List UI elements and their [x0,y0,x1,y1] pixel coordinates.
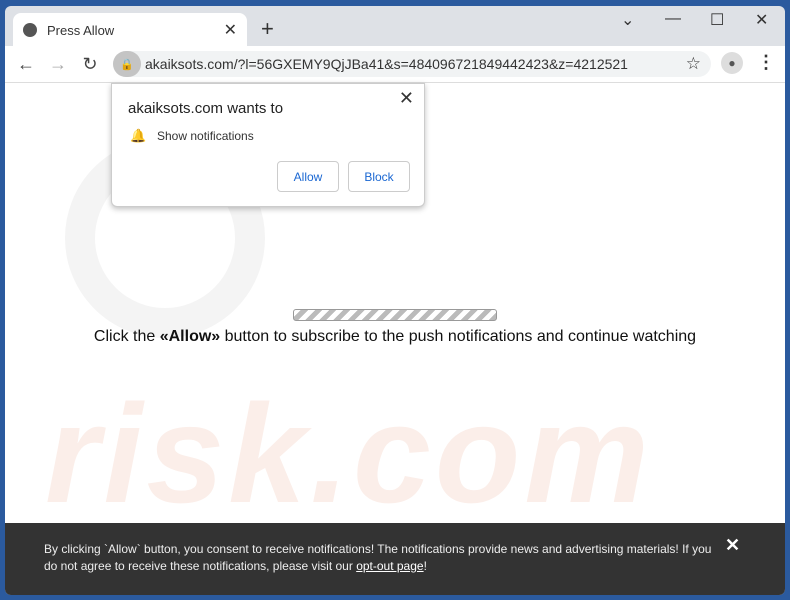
tab-close-icon[interactable]: ✕ [224,20,237,40]
toolbar: ← → ↻ 🔒 akaiksots.com/?l=56GXEMY9QjJBa41… [5,46,785,82]
new-tab-button[interactable]: + [261,16,274,42]
footer-end: ! [423,559,427,573]
close-window-button[interactable]: ✕ [755,10,768,30]
browser-window: Press Allow ✕ + ⌄ — ☐ ✕ ← → ↻ 🔒 akaiksot… [5,6,785,595]
watermark: risk.com [45,375,653,532]
message-text: Click the [93,328,160,345]
forward-button[interactable]: → [42,54,74,75]
allow-button[interactable]: Allow [277,161,339,192]
bookmark-star-icon[interactable]: ☆ [686,54,701,74]
page-message: Click the «Allow» button to subscribe to… [5,328,785,346]
bell-icon: 🔔 [130,128,147,143]
popup-close-icon[interactable]: ✕ [399,88,414,109]
permission-text: Show notifications [157,129,254,143]
lock-icon[interactable]: 🔒 [113,51,141,77]
consent-footer: By clicking `Allow` button, you consent … [5,523,785,595]
message-text-end: button to subscribe to the push notifica… [220,328,697,345]
notification-permission-popup: akaiksots.com wants to ✕ 🔔 Show notifica… [111,83,425,207]
address-bar[interactable]: 🔒 akaiksots.com/?l=56GXEMY9QjJBa41&s=484… [113,51,711,77]
url-text[interactable]: akaiksots.com/?l=56GXEMY9QjJBa41&s=48409… [145,56,628,72]
page-content: risk.com akaiksots.com wants to ✕ 🔔 Show… [5,82,785,532]
reload-button[interactable]: ↻ [74,54,106,75]
block-button[interactable]: Block [348,161,410,192]
menu-icon[interactable]: ⋮ [757,52,775,73]
back-button[interactable]: ← [10,54,42,75]
profile-icon[interactable]: ● [721,52,743,74]
tab-press-allow[interactable]: Press Allow ✕ [13,13,247,47]
opt-out-link[interactable]: opt-out page [356,559,423,573]
tab-title: Press Allow [47,22,115,38]
footer-close-icon[interactable]: ✕ [725,536,740,554]
message-allow: «Allow» [159,328,221,345]
minimize-button[interactable]: — [665,10,681,28]
globe-icon [23,23,37,37]
tab-search-icon[interactable]: ⌄ [621,10,634,30]
loading-bar [293,309,497,321]
maximize-button[interactable]: ☐ [710,10,724,30]
popup-title: akaiksots.com wants to [128,100,284,117]
